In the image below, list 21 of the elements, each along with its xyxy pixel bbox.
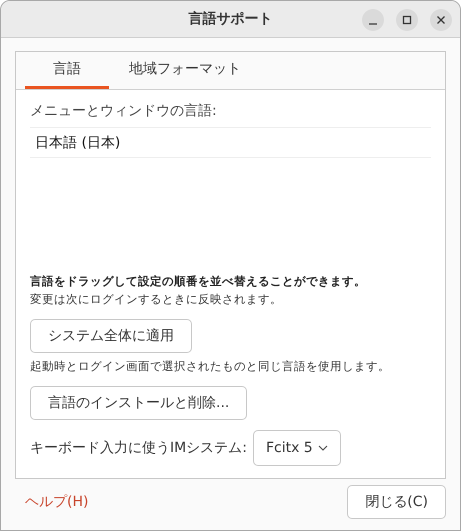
minimize-icon (369, 22, 377, 24)
close-dialog-button[interactable]: 閉じる(C) (347, 485, 446, 519)
language-list-item[interactable]: 日本語 (日本) (30, 128, 431, 157)
language-list-label: メニューとウィンドウの言語: (30, 102, 217, 120)
close-button[interactable] (430, 9, 452, 31)
tab[interactable]: 地域フォーマット (109, 52, 261, 89)
help-button[interactable]: ヘルプ(H) (15, 493, 98, 511)
im-system-dropdown[interactable]: Fcitx 5 (252, 430, 341, 466)
close-icon (436, 15, 446, 25)
dropdown-value: Fcitx 5 (266, 440, 313, 456)
install-languages-button[interactable]: 言語のインストールと削除... (30, 386, 248, 420)
tab[interactable]: 言語 (25, 52, 109, 89)
chevron-down-icon (318, 445, 328, 451)
maximize-icon (402, 15, 412, 25)
im-system-label: キーボード入力に使うIMシステム: (30, 439, 247, 457)
hint-text: 変更は次にログインするときに反映されます。 (30, 292, 282, 307)
apply-system-wide-button[interactable]: システム全体に適用 (30, 319, 192, 353)
maximize-button[interactable] (396, 9, 418, 31)
apply-hint-text: 起動時とログイン画面で選択されたものと同じ言語を使用します。 (30, 359, 390, 374)
hint-text: 言語をドラッグして設定の順番を並べ替えることができます。 (30, 274, 366, 289)
window-title: 言語サポート (188, 10, 272, 28)
